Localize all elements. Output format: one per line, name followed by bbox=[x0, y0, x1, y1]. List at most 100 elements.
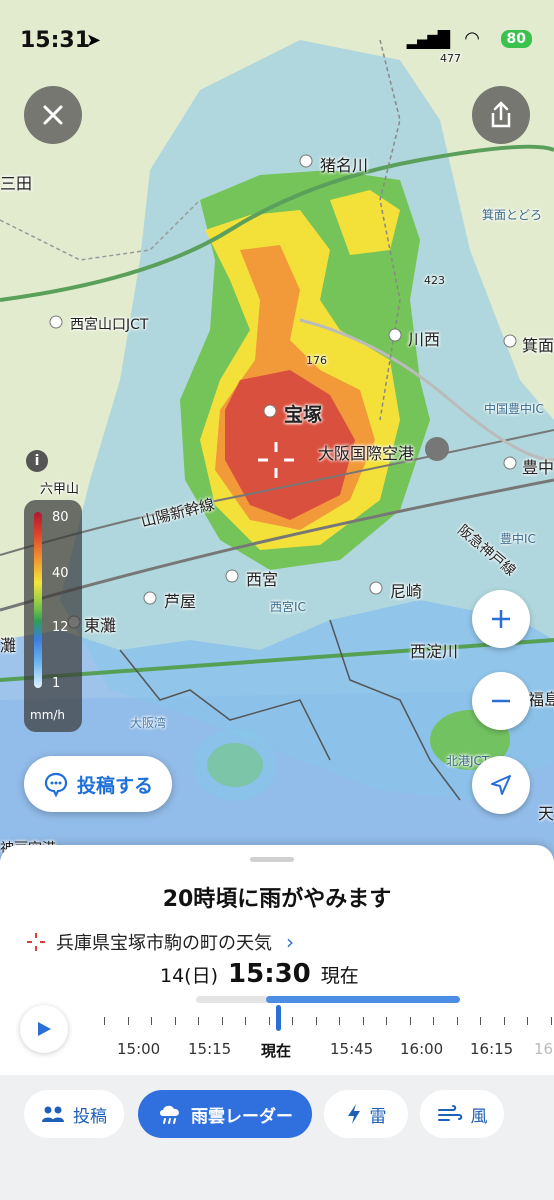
wind-icon bbox=[437, 1105, 462, 1121]
map-label-toyonaka: 豊中 bbox=[522, 458, 554, 477]
share-icon bbox=[491, 101, 511, 128]
close-button[interactable] bbox=[24, 86, 82, 144]
timeline-tick bbox=[433, 1017, 434, 1025]
map-label-rokkosan: 六甲山 bbox=[40, 482, 80, 497]
map-label-fukushima: 福島 bbox=[528, 690, 554, 709]
play-icon bbox=[38, 1022, 51, 1036]
tab-rain-radar-label: 雨雲レーダー bbox=[191, 1106, 293, 1127]
navigation-arrow-icon bbox=[491, 775, 511, 795]
share-button[interactable] bbox=[472, 86, 530, 144]
map-label-minoh-toll: 箕面とどろ bbox=[482, 208, 543, 222]
status-bar: 15:31 ➤ ▂▄▆█ ◠ 80 bbox=[0, 0, 554, 80]
map-label-kawanishi: 川西 bbox=[408, 330, 441, 349]
forecast-range-fill bbox=[266, 996, 460, 1003]
tab-posts[interactable]: 投稿 bbox=[24, 1090, 124, 1138]
rain-radar-map[interactable] bbox=[0, 0, 554, 860]
timeline-tick bbox=[456, 1017, 458, 1025]
location-crosshair-icon bbox=[27, 933, 45, 951]
zoom-in-button[interactable] bbox=[472, 590, 530, 648]
timeline-tick bbox=[386, 1017, 387, 1025]
location-arrow-icon: ➤ bbox=[86, 30, 102, 51]
timeline-tick bbox=[550, 1017, 552, 1025]
minus-icon bbox=[492, 699, 510, 703]
timeline-datetime: 14(日) 15:30 現在 bbox=[160, 959, 359, 989]
rain-cloud-icon bbox=[160, 1105, 179, 1124]
timeline-label-1630: 16:2 bbox=[534, 1040, 554, 1058]
legend-value-40: 40 bbox=[52, 566, 69, 581]
timeline-label-now: 現在 bbox=[261, 1042, 292, 1060]
chevron-right-icon: › bbox=[286, 930, 294, 954]
rain-legend: 80 40 12 1 mm/h bbox=[24, 500, 82, 732]
timeline-tick bbox=[127, 1017, 129, 1025]
timeline-label-1500: 15:00 bbox=[117, 1040, 161, 1058]
current-location-button[interactable] bbox=[472, 756, 530, 814]
timeline-tick bbox=[339, 1017, 340, 1025]
map-label-amagasaki: 尼崎 bbox=[390, 582, 423, 601]
wifi-icon: ◠ bbox=[464, 28, 480, 49]
timeline-ticks[interactable] bbox=[90, 1017, 554, 1033]
map-label-nishinomiya-ic: 西宮IC bbox=[270, 600, 306, 614]
map-label-nishiyodogawa: 西淀川 bbox=[410, 642, 459, 661]
legend-value-12: 12 bbox=[52, 620, 69, 635]
battery-indicator: 80 bbox=[500, 30, 532, 48]
timeline-label-1515: 15:15 bbox=[188, 1040, 232, 1058]
map-label-sanda: 三田 bbox=[0, 174, 33, 193]
signal-icon: ▂▄▆█ bbox=[406, 30, 450, 49]
map-label-osaka-bay: 大阪湾 bbox=[130, 716, 167, 730]
plus-icon bbox=[492, 610, 510, 628]
map-label-takarazuka: 宝塚 bbox=[284, 404, 323, 426]
play-button[interactable] bbox=[20, 1005, 68, 1053]
map-label-ashiya: 芦屋 bbox=[164, 592, 197, 611]
location-link[interactable]: 兵庫県宝塚市駒の町の天気 › bbox=[26, 929, 294, 955]
timeline-tick bbox=[315, 1017, 317, 1025]
now-label: 現在 bbox=[320, 965, 359, 987]
map-label-chugoku-toyonaka: 中国豊中IC bbox=[484, 402, 544, 416]
tab-lightning-label: 雷 bbox=[369, 1106, 387, 1127]
weather-sheet: 20時頃に雨がやみます 兵庫県宝塚市駒の町の天気 › 14(日) 15:30 現… bbox=[0, 845, 554, 1200]
map-label-itami-airport: 大阪国際空港 bbox=[318, 444, 415, 463]
tab-wind[interactable]: 風 bbox=[420, 1090, 504, 1138]
timeline-label-1615: 16:15 bbox=[470, 1040, 514, 1058]
timeline-tick bbox=[503, 1017, 505, 1025]
timeline-tick bbox=[409, 1017, 411, 1025]
bottom-tab-bar: 投稿 雨雲レーダー 雷 風 bbox=[0, 1075, 554, 1200]
timeline-label-1600: 16:00 bbox=[400, 1040, 444, 1058]
timeline-tick bbox=[362, 1017, 364, 1025]
tab-wind-label: 風 bbox=[470, 1106, 488, 1127]
legend-value-1: 1 bbox=[52, 676, 61, 691]
post-button-label: 投稿する bbox=[76, 774, 153, 797]
route-shield-176: 176 bbox=[306, 354, 327, 367]
legend-value-80: 80 bbox=[52, 510, 69, 525]
map-label-higashinada: 東灘 bbox=[84, 616, 117, 635]
location-name: 兵庫県宝塚市駒の町の天気 bbox=[56, 933, 272, 954]
timeline-tick bbox=[527, 1017, 528, 1025]
map-label-minoh: 箕面 bbox=[522, 336, 554, 355]
tab-lightning[interactable]: 雷 bbox=[324, 1090, 408, 1138]
lightning-icon bbox=[347, 1104, 360, 1124]
map-label-inagawa: 猪名川 bbox=[320, 156, 369, 175]
timeline-tick bbox=[198, 1017, 199, 1025]
people-icon bbox=[42, 1106, 64, 1122]
timeline-tick bbox=[174, 1017, 176, 1025]
timeline-current-marker[interactable] bbox=[276, 1005, 281, 1031]
tab-rain-radar[interactable]: 雨雲レーダー bbox=[138, 1090, 312, 1138]
timeline-tick bbox=[245, 1017, 246, 1025]
map-label-nada: 灘 bbox=[0, 636, 17, 655]
status-time: 15:31 bbox=[20, 28, 91, 53]
post-button[interactable]: 投稿する bbox=[24, 756, 172, 812]
tab-posts-label: 投稿 bbox=[73, 1106, 107, 1127]
time-label: 15:30 bbox=[228, 959, 311, 989]
legend-color-bar bbox=[34, 512, 42, 688]
sheet-handle[interactable] bbox=[250, 857, 294, 862]
info-icon[interactable]: i bbox=[26, 450, 48, 472]
zoom-out-button[interactable] bbox=[472, 672, 530, 730]
date-label: 14(日) bbox=[160, 965, 219, 987]
map-label-toyonaka-ic: 豊中IC bbox=[500, 532, 536, 546]
map-label-nishinomiya: 西宮 bbox=[246, 570, 279, 589]
map-label-ten: 天 bbox=[538, 804, 554, 823]
timeline-tick bbox=[151, 1017, 152, 1025]
timeline-tick bbox=[268, 1017, 270, 1025]
timeline-tick bbox=[221, 1017, 223, 1025]
legend-unit: mm/h bbox=[30, 708, 66, 722]
route-shield-423: 423 bbox=[424, 274, 445, 287]
